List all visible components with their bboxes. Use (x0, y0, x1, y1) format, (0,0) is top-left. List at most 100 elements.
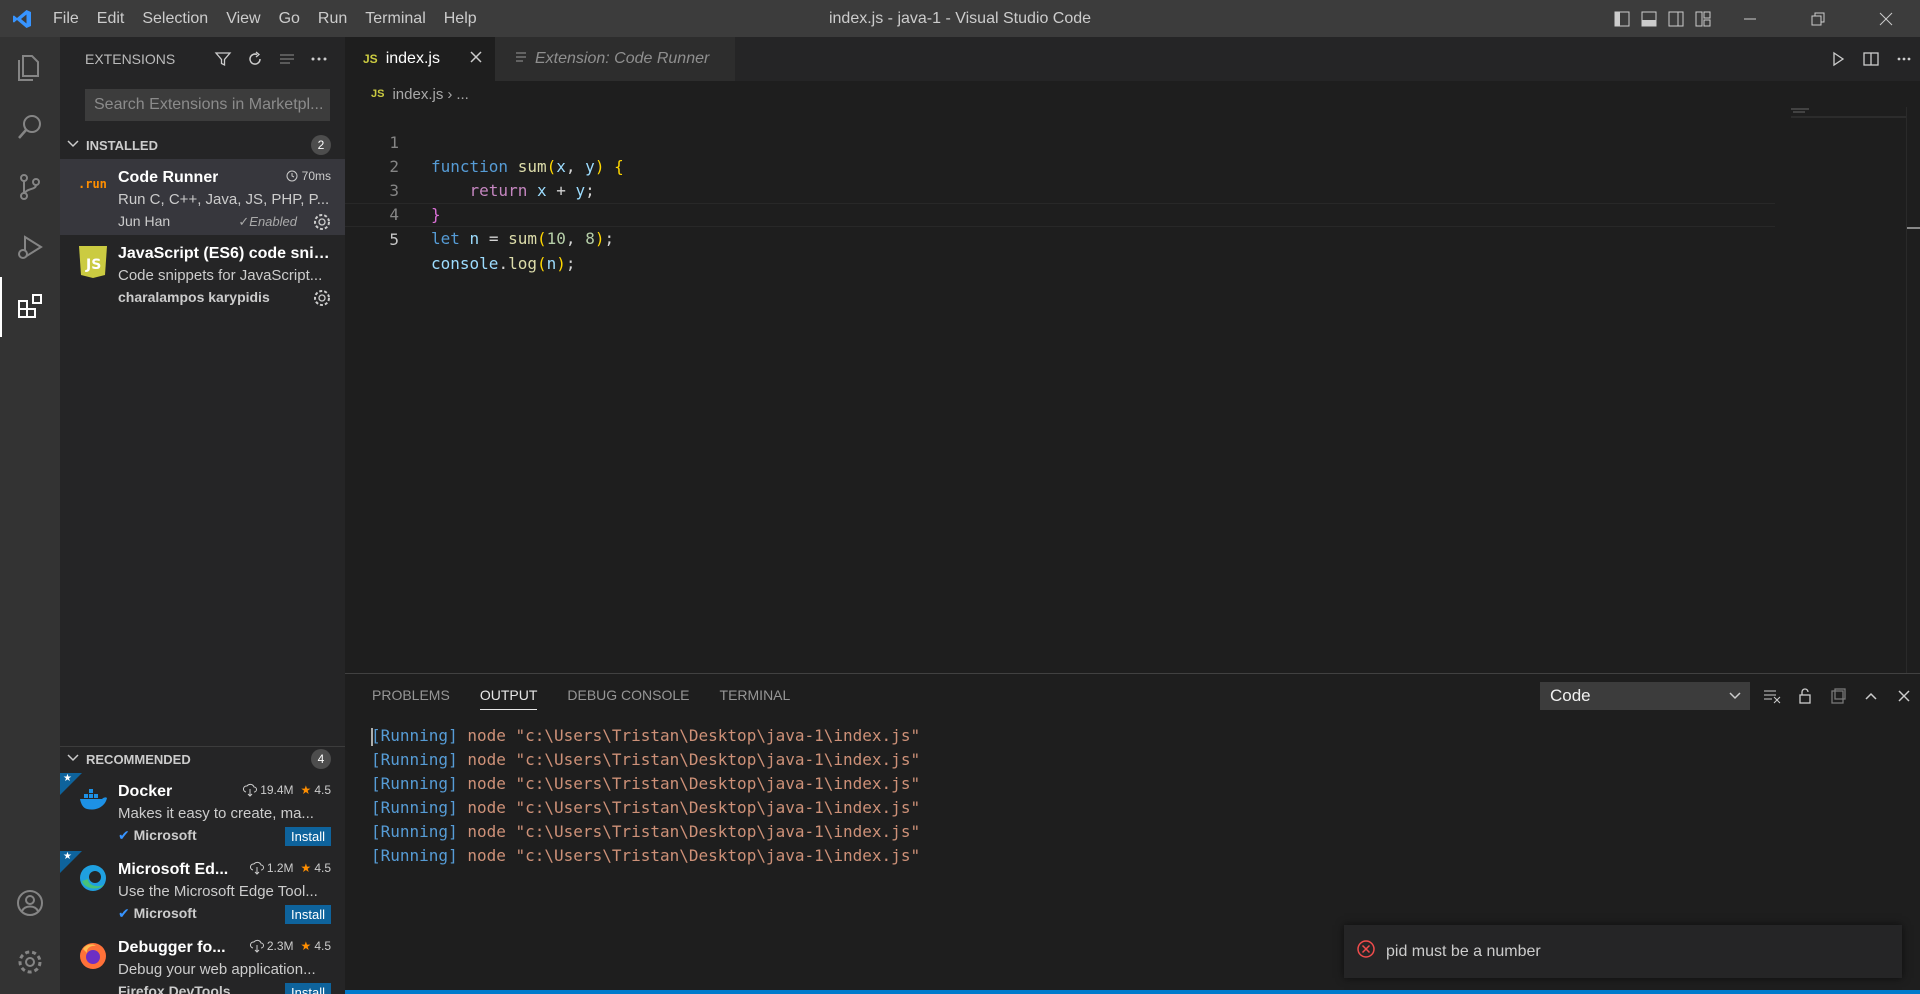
extension-item-edge-tools[interactable]: ★ Microsoft Ed... 1.2M ★ 4.5 Use the Mic… (60, 851, 345, 927)
run-debug-icon[interactable] (0, 217, 60, 277)
rating-star-icon: ★ (300, 783, 312, 797)
notification-message: pid must be a number (1386, 942, 1541, 960)
extension-stats: 2.3M ★ 4.5 (249, 939, 331, 953)
recommended-count-badge: 4 (311, 749, 331, 769)
accounts-icon[interactable] (0, 873, 60, 933)
code-line: 4 let n = sum(10, 8); (345, 179, 1775, 248)
restore-icon[interactable] (1784, 0, 1852, 37)
toggle-panel-icon[interactable] (1635, 0, 1662, 37)
breadcrumb-file[interactable]: index.js (392, 86, 443, 103)
refresh-icon[interactable] (243, 47, 267, 71)
extension-description: Code snippets for JavaScript... (118, 267, 323, 284)
close-panel-icon[interactable] (1887, 689, 1920, 703)
menu-file[interactable]: File (44, 0, 88, 37)
code-editor[interactable]: 1 function sum(x, y) { 2 return x + y; 3… (345, 107, 1775, 273)
activation-time-value: 70ms (301, 169, 331, 183)
output-tag: [Running] (371, 750, 458, 769)
menu-selection[interactable]: Selection (133, 0, 217, 37)
extensions-icon[interactable] (0, 277, 60, 337)
editor-scrollbar[interactable] (1906, 107, 1920, 707)
output-log[interactable]: [Running] node "c:\Users\Tristan\Desktop… (371, 724, 920, 868)
tab-problems[interactable]: PROBLEMS (372, 674, 450, 716)
output-line: [Running] node "c:\Users\Tristan\Desktop… (371, 820, 920, 844)
recommended-section-header[interactable]: RECOMMENDED 4 (60, 747, 345, 771)
code-runner-icon: .run (78, 177, 107, 191)
tab-index-js[interactable]: JS index.js (345, 37, 495, 81)
extension-item-code-runner[interactable]: .run Code Runner 70ms Run C, C++, Java, … (60, 159, 345, 235)
minimize-icon[interactable] (1716, 0, 1784, 37)
extension-description: Makes it easy to create, ma... (118, 805, 314, 822)
recommended-label: RECOMMENDED (86, 751, 191, 767)
manage-extension-gear-icon[interactable] (313, 213, 331, 231)
output-text: node "c:\Users\Tristan\Desktop\java-1\in… (457, 726, 921, 745)
verified-publisher-icon: ✔ (118, 905, 130, 921)
editor-more-actions-icon[interactable] (1887, 51, 1920, 67)
menu-terminal[interactable]: Terminal (356, 0, 434, 37)
manage-gear-icon[interactable] (0, 932, 60, 992)
menu-edit[interactable]: Edit (88, 0, 134, 37)
output-line: [Running] node "c:\Users\Tristan\Desktop… (371, 844, 920, 868)
line-number: 5 (389, 230, 399, 249)
menu-go[interactable]: Go (270, 0, 309, 37)
star-icon: ★ (63, 851, 72, 862)
split-editor-icon[interactable] (1854, 51, 1887, 67)
install-button[interactable]: Install (285, 983, 331, 994)
download-cloud-icon (249, 939, 264, 953)
installed-section-header[interactable]: INSTALLED 2 (60, 133, 345, 157)
svg-text:JS: JS (85, 257, 101, 273)
enabled-status: ✓Enabled (238, 214, 297, 229)
close-window-icon[interactable] (1852, 0, 1920, 37)
status-bar-edge (345, 990, 1920, 994)
clear-results-icon[interactable] (275, 47, 299, 71)
vscode-logo-icon (0, 0, 44, 37)
open-output-editor-icon[interactable] (1821, 688, 1854, 704)
error-notification[interactable]: pid must be a number (1344, 925, 1902, 978)
tab-extension-code-runner[interactable]: Extension: Code Runner (495, 37, 735, 81)
customize-layout-icon[interactable] (1689, 0, 1716, 37)
breadcrumb-symbol[interactable]: ... (456, 86, 469, 103)
tab-terminal[interactable]: TERMINAL (720, 674, 791, 716)
manage-extension-gear-icon[interactable] (313, 289, 331, 307)
extension-item-js-snippets[interactable]: JS JavaScript (ES6) code snip... Code sn… (60, 235, 345, 311)
extensions-sidebar: EXTENSIONS Search Extensions in Marketpl… (60, 37, 345, 994)
rating-value: 4.5 (314, 939, 331, 953)
preview-doc-icon (515, 50, 527, 69)
tab-output[interactable]: OUTPUT (479, 674, 537, 716)
clear-output-icon[interactable] (1755, 688, 1788, 704)
install-button[interactable]: Install (285, 905, 331, 924)
run-code-icon[interactable] (1821, 51, 1854, 67)
output-tag: [Running] (371, 846, 458, 865)
filter-icon[interactable] (211, 47, 235, 71)
code-text: let n = sum(10, 8); (431, 229, 615, 248)
menu-help[interactable]: Help (435, 0, 486, 37)
extension-name: JavaScript (ES6) code snip... (118, 245, 333, 262)
output-tag: [Running] (371, 726, 458, 745)
search-icon[interactable] (0, 97, 60, 157)
output-text: node "c:\Users\Tristan\Desktop\java-1\in… (457, 846, 921, 865)
source-control-icon[interactable] (0, 157, 60, 217)
menu-run[interactable]: Run (309, 0, 356, 37)
extension-item-docker[interactable]: ★ Docker 19.4M ★ 4.5 Makes it easy to cr… (60, 773, 345, 849)
code-text: console.log(n); (431, 254, 576, 273)
toggle-primary-sidebar-icon[interactable] (1608, 0, 1635, 37)
lock-scroll-icon[interactable] (1788, 688, 1821, 704)
sidebar-header: EXTENSIONS (60, 37, 345, 81)
extension-item-firefox-debugger[interactable]: Debugger fo... 2.3M ★ 4.5 Debug your web… (60, 929, 345, 994)
close-tab-icon[interactable] (469, 50, 483, 69)
maximize-panel-icon[interactable] (1854, 688, 1887, 704)
output-tag: [Running] (371, 822, 458, 841)
minimap[interactable] (1791, 107, 1906, 121)
install-button[interactable]: Install (285, 827, 331, 846)
more-actions-icon[interactable] (307, 47, 331, 71)
extension-description: Run C, C++, Java, JS, PHP, P... (118, 191, 330, 208)
explorer-icon[interactable] (0, 37, 60, 97)
extension-search-input[interactable]: Search Extensions in Marketpl... (85, 89, 330, 121)
output-channel-select[interactable]: Code (1540, 682, 1750, 710)
activity-bar (0, 37, 60, 994)
rating-value: 4.5 (314, 861, 331, 875)
tab-debug-console[interactable]: DEBUG CONSOLE (567, 674, 689, 716)
menu-view[interactable]: View (217, 0, 269, 37)
sidebar-title: EXTENSIONS (85, 51, 176, 67)
toggle-secondary-sidebar-icon[interactable] (1662, 0, 1689, 37)
output-text: node "c:\Users\Tristan\Desktop\java-1\in… (457, 774, 921, 793)
